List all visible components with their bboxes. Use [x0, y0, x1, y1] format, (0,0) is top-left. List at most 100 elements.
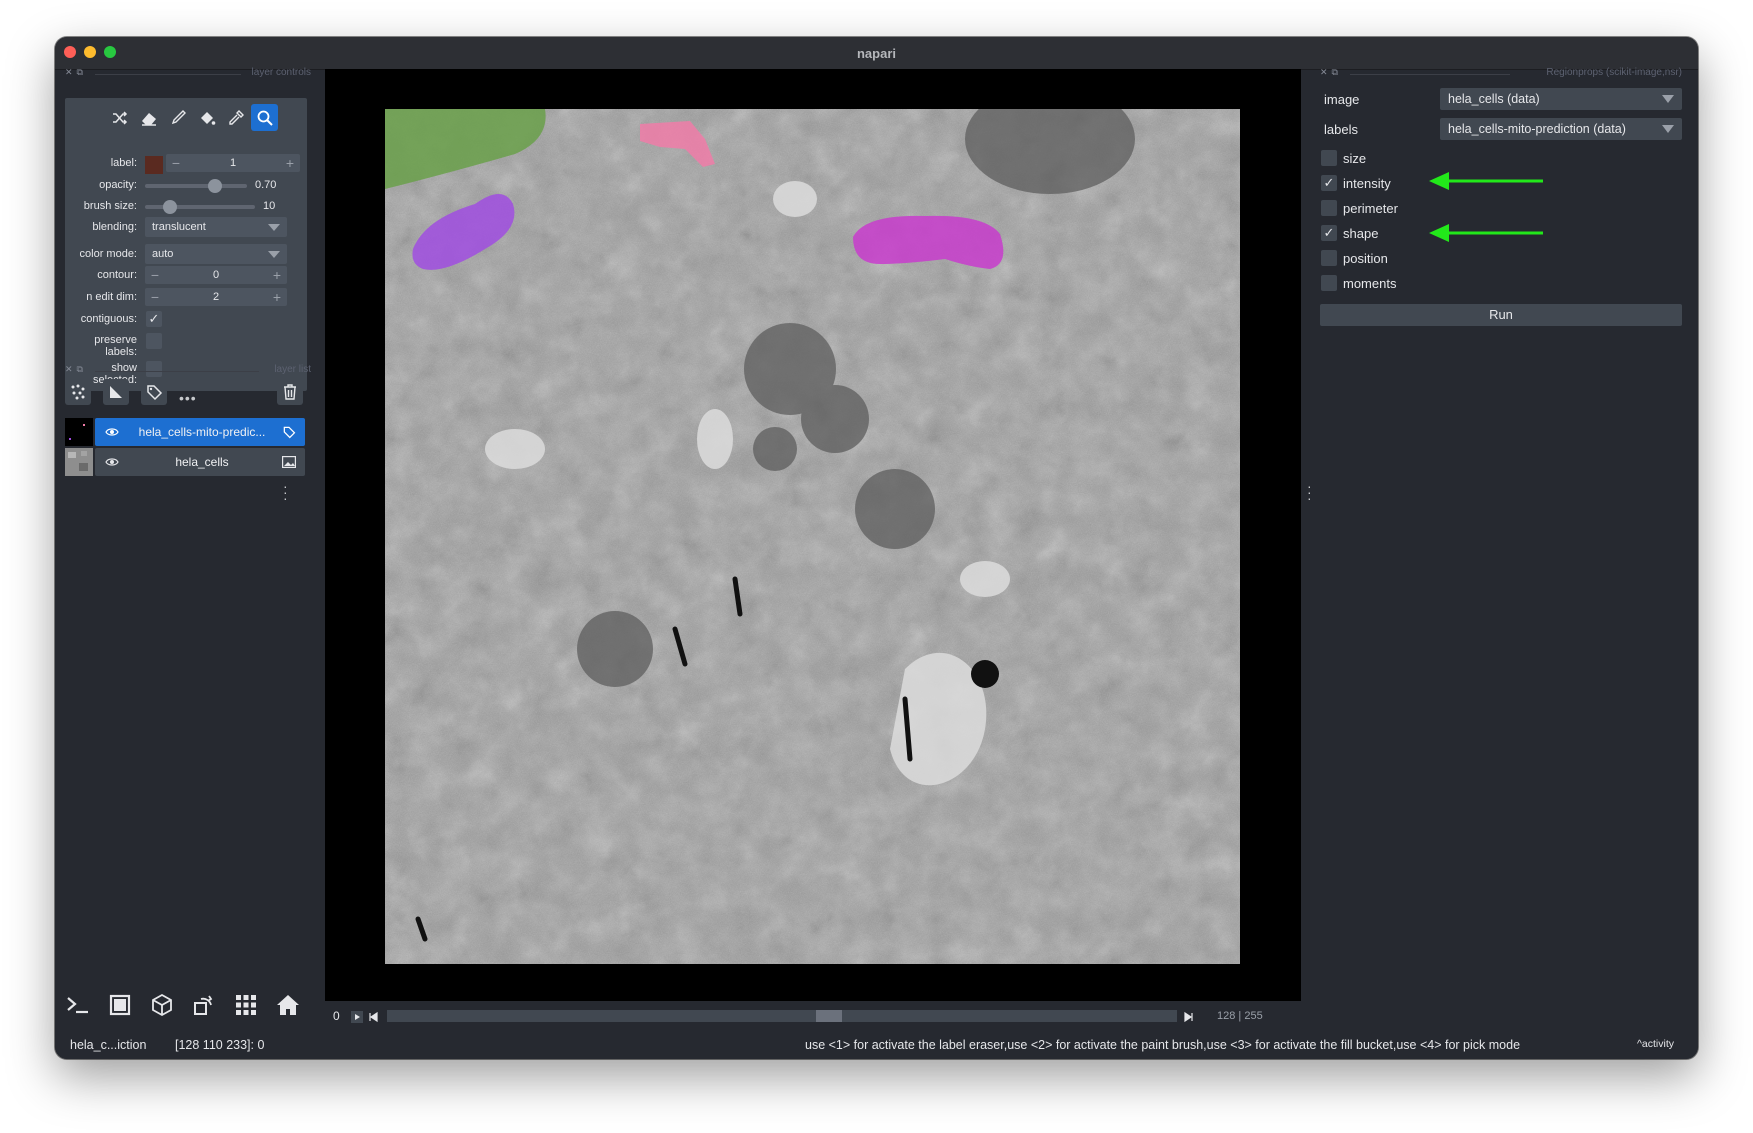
- blending-label: blending:: [92, 221, 137, 233]
- console-button[interactable]: [65, 992, 91, 1018]
- color-mode-label: color mode:: [79, 248, 137, 260]
- window-title: napari: [856, 45, 896, 61]
- layer-row-body[interactable]: hela_cells-mito-predic...: [95, 418, 305, 446]
- chevron-down-icon: [1662, 95, 1674, 103]
- title-bar: napari: [55, 37, 1698, 70]
- paint-brush-button[interactable]: [164, 104, 191, 131]
- zoom-mode-button[interactable]: [251, 104, 278, 131]
- image-dropdown[interactable]: hela_cells (data): [1440, 88, 1682, 110]
- n-edit-dim-spinbox[interactable]: − 2 +: [145, 288, 287, 306]
- square-icon: [109, 994, 131, 1016]
- eraser-button[interactable]: [135, 104, 162, 131]
- new-labels-layer-button[interactable]: [141, 379, 167, 405]
- intensity-label: intensity: [1343, 176, 1391, 191]
- layer-item[interactable]: hela_cells: [65, 448, 305, 476]
- color-mode-value: auto: [152, 248, 174, 260]
- n-edit-dim-increment-button[interactable]: +: [269, 288, 285, 306]
- n-edit-dim-value: 2: [212, 291, 220, 303]
- status-layer-name: hela_c...iction: [70, 1038, 147, 1052]
- dimension-slider-track[interactable]: [387, 1010, 1177, 1022]
- ndisplay-button[interactable]: [107, 992, 133, 1018]
- brush-size-slider-handle[interactable]: [163, 200, 177, 214]
- annotation-arrow-shape: [1429, 224, 1543, 242]
- annotation-arrow-intensity: [1429, 172, 1543, 190]
- intensity-checkbox[interactable]: ✓: [1321, 175, 1337, 191]
- 3d-view-button[interactable]: [149, 992, 175, 1018]
- home-icon: [277, 995, 299, 1015]
- preserve-labels-row: preserve labels:: [65, 333, 307, 358]
- viewer-canvas[interactable]: [325, 69, 1301, 1001]
- microscopy-image[interactable]: [385, 109, 1240, 964]
- play-icon[interactable]: [351, 1010, 363, 1028]
- dimension-slider-handle[interactable]: [816, 1010, 842, 1022]
- contiguous-checkbox[interactable]: ✓: [146, 311, 162, 327]
- label-tag-icon: [147, 385, 163, 401]
- step-forward-icon[interactable]: [1183, 1010, 1195, 1028]
- minimize-window-button[interactable]: [84, 46, 96, 58]
- fill-bucket-icon: [200, 111, 215, 125]
- label-increment-button[interactable]: +: [282, 154, 298, 172]
- contour-value: 0: [212, 269, 220, 281]
- right-dock-resize-handle[interactable]: · · ·: [1307, 479, 1312, 505]
- preserve-labels-checkbox[interactable]: [146, 333, 162, 349]
- visibility-eye-icon[interactable]: [105, 425, 119, 443]
- labels-dropdown[interactable]: hela_cells-mito-prediction (data): [1440, 118, 1682, 140]
- opacity-slider-handle[interactable]: [208, 179, 222, 193]
- shuffle-colors-button[interactable]: [106, 104, 133, 131]
- new-shapes-layer-button[interactable]: [103, 379, 129, 405]
- eraser-icon: [141, 112, 156, 126]
- moments-label: moments: [1343, 276, 1397, 291]
- moments-checkbox[interactable]: [1321, 275, 1337, 291]
- n-edit-dim-label: n edit dim:: [86, 291, 137, 303]
- brush-size-row: brush size: 10: [65, 197, 307, 217]
- shape-checkbox[interactable]: ✓: [1321, 225, 1337, 241]
- fill-bucket-button[interactable]: [193, 104, 220, 131]
- layer-controls-panel: label: − 1 + opacity: 0.70 brush size: 1…: [65, 98, 307, 391]
- contour-label: contour:: [97, 269, 137, 281]
- left-dock-resize-handle[interactable]: · · ·: [283, 479, 288, 505]
- position-checkbox[interactable]: [1321, 250, 1337, 266]
- new-points-layer-button[interactable]: [65, 379, 91, 405]
- contour-increment-button[interactable]: +: [269, 266, 285, 284]
- opacity-row: opacity: 0.70: [65, 176, 307, 196]
- delete-layer-button[interactable]: [277, 379, 303, 405]
- brush-size-value: 10: [263, 200, 276, 212]
- run-button[interactable]: Run: [1320, 304, 1682, 326]
- close-window-button[interactable]: [64, 46, 76, 58]
- chevron-down-icon: [1662, 125, 1674, 133]
- zoom-window-button[interactable]: [104, 46, 116, 58]
- layer-thumbnail: [65, 418, 93, 446]
- dock-title: layer list: [274, 364, 311, 375]
- grid-view-button[interactable]: [233, 992, 259, 1018]
- dock-float-close-icons[interactable]: ✕⧉: [65, 364, 87, 375]
- dock-float-close-icons[interactable]: ✕⧉: [65, 67, 87, 78]
- dock-title: Regionprops (scikit-image,nsr): [1546, 67, 1682, 78]
- image-dropdown-value: hela_cells (data): [1448, 92, 1540, 106]
- contour-row: contour: − 0 +: [65, 266, 307, 286]
- layer-list-header: ✕⧉ layer list: [65, 364, 311, 378]
- layer-row-body[interactable]: hela_cells: [95, 448, 305, 476]
- window-controls: [64, 46, 116, 58]
- perimeter-checkbox[interactable]: [1321, 200, 1337, 216]
- color-picker-button[interactable]: [222, 104, 249, 131]
- step-back-icon[interactable]: [367, 1010, 379, 1028]
- opacity-label: opacity:: [99, 179, 137, 191]
- contour-spinbox[interactable]: − 0 +: [145, 266, 287, 284]
- blending-dropdown[interactable]: translucent: [145, 217, 287, 237]
- brush-size-slider-track[interactable]: [145, 205, 255, 209]
- visibility-eye-icon[interactable]: [105, 455, 119, 473]
- dock-float-close-icons[interactable]: ✕⧉: [1320, 67, 1342, 78]
- size-checkbox[interactable]: [1321, 150, 1337, 166]
- label-spinbox[interactable]: − 1 +: [166, 154, 300, 172]
- color-mode-dropdown[interactable]: auto: [145, 244, 287, 264]
- opacity-slider-track[interactable]: [145, 184, 247, 188]
- activity-button[interactable]: ^activity: [1637, 1038, 1674, 1050]
- shuffle-colors-icon: [112, 110, 127, 125]
- reset-view-button[interactable]: [275, 992, 301, 1018]
- zoom-icon: [257, 110, 273, 126]
- layer-item[interactable]: hela_cells-mito-predic...: [65, 418, 305, 446]
- terminal-icon: [67, 997, 88, 1014]
- dimension-position: 128 | 255: [1217, 1010, 1263, 1022]
- viewer-buttons: [65, 992, 301, 1018]
- roll-dimensions-button[interactable]: [191, 992, 217, 1018]
